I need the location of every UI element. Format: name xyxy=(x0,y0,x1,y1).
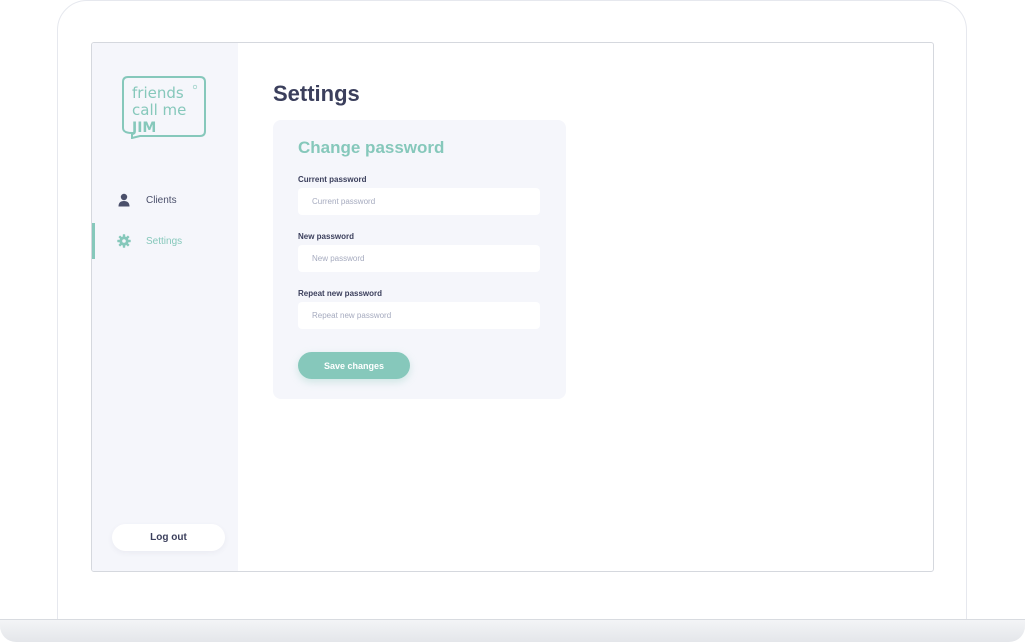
logout-button[interactable]: Log out xyxy=(112,524,225,551)
save-changes-button[interactable]: Save changes xyxy=(298,352,410,379)
sidebar-item-settings[interactable]: Settings xyxy=(92,223,241,259)
card-title: Change password xyxy=(298,138,445,157)
new-password-label: New password xyxy=(298,232,355,241)
laptop-base xyxy=(0,619,1025,642)
repeat-password-input[interactable] xyxy=(298,302,540,329)
sidebar-item-label: Settings xyxy=(146,235,183,247)
sidebar-item-label: Clients xyxy=(146,194,177,206)
user-icon xyxy=(116,192,132,208)
app-window: friends call me JIM Clients Settings Log… xyxy=(91,42,934,572)
repeat-password-label: Repeat new password xyxy=(298,289,383,298)
current-password-input[interactable] xyxy=(298,188,540,215)
sidebar-item-clients[interactable]: Clients xyxy=(92,182,238,218)
page-title: Settings xyxy=(273,81,360,106)
logo-text-line2: call me xyxy=(132,101,186,119)
new-password-input[interactable] xyxy=(298,245,540,272)
current-password-label: Current password xyxy=(298,175,367,184)
logo-text-line1: friends xyxy=(132,84,184,102)
change-password-card: Change password Current password New pas… xyxy=(273,120,566,399)
logo-text-line3: JIM xyxy=(131,120,156,136)
brand-logo[interactable]: friends call me JIM xyxy=(122,76,206,139)
gear-icon xyxy=(116,233,132,249)
sidebar: friends call me JIM Clients Settings Log… xyxy=(92,43,238,571)
